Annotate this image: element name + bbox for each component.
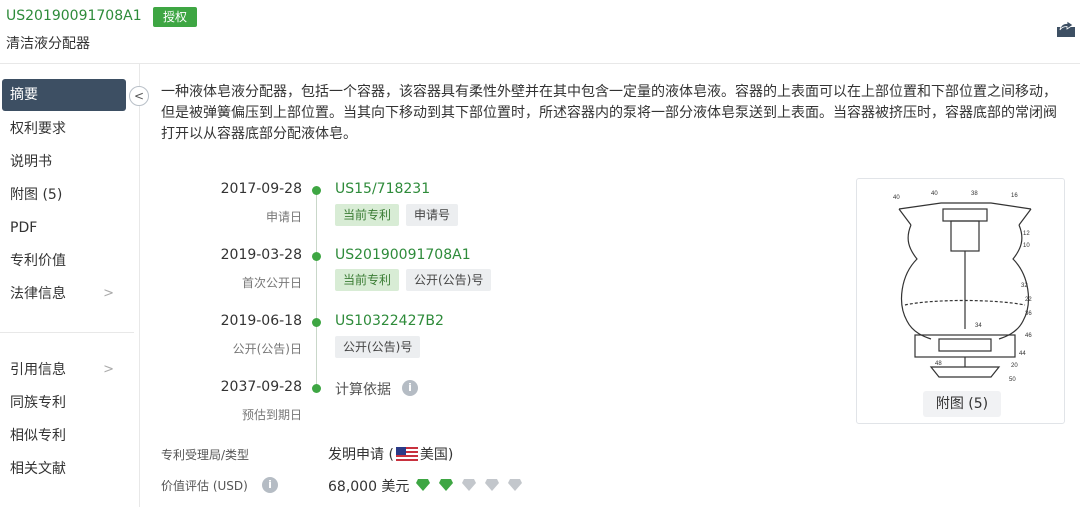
sidebar-item-figures[interactable]: 附图 (5) <box>2 179 126 211</box>
timeline-date: 2037-09-28 <box>220 379 302 395</box>
timeline-dot <box>312 252 321 261</box>
timeline-dot <box>312 318 321 327</box>
current-patent-tag: 当前专利 <box>335 204 400 226</box>
header: US20190091708A1 授权 清洁液分配器 <box>0 0 1080 64</box>
chevron-right-icon: > <box>103 286 114 301</box>
svg-text:46: 46 <box>1025 333 1032 339</box>
svg-text:20: 20 <box>1011 363 1018 369</box>
gem-icon <box>416 479 430 491</box>
svg-text:10: 10 <box>1023 243 1030 249</box>
sidebar-item-abstract[interactable]: 摘要 <box>2 79 126 111</box>
sidebar-item-legal-info[interactable]: 法律信息 > <box>2 278 126 310</box>
sidebar-item-description[interactable]: 说明书 <box>2 146 126 178</box>
sidebar-item-patent-value[interactable]: 专利价值 <box>2 245 126 277</box>
sidebar: 摘要 权利要求 说明书 附图 (5) PDF 专利价值 法律信息 > 引用信息 > … <box>0 64 140 507</box>
timeline-label: 公开(公告)日 <box>232 342 302 356</box>
timeline-date: 2017-09-28 <box>220 181 302 197</box>
timeline-label: 首次公开日 <box>241 276 302 290</box>
page-title: 清洁液分配器 <box>6 36 90 52</box>
office-type-label: 专利受理局/类型 <box>161 448 250 462</box>
gem-icon <box>485 479 499 491</box>
share-icon[interactable] <box>1056 20 1076 38</box>
info-icon[interactable]: i <box>402 380 418 396</box>
office-type-value: 发明申请 ( 美国) <box>328 447 454 463</box>
publication-number-tag: 公开(公告)号 <box>335 336 421 358</box>
sidebar-item-claims[interactable]: 权利要求 <box>2 113 126 145</box>
calculation-basis: 计算依据 <box>335 382 391 398</box>
svg-text:16: 16 <box>1011 193 1018 199</box>
status-badge: 授权 <box>153 7 197 27</box>
figures-button[interactable]: 附图 (5) <box>923 391 1001 417</box>
publication-number[interactable]: US20190091708A1 <box>6 8 142 24</box>
sidebar-item-pdf[interactable]: PDF <box>2 212 126 244</box>
svg-text:12: 12 <box>1023 231 1030 237</box>
current-patent-tag: 当前专利 <box>335 269 400 291</box>
timeline-date: 2019-03-28 <box>220 247 302 263</box>
gem-icon <box>462 479 476 491</box>
svg-text:32: 32 <box>1021 283 1028 289</box>
patent-figure-image[interactable]: 40 40 38 16 12 10 32 22 36 34 46 44 20 48 50 <box>891 187 1036 387</box>
gem-icon <box>508 479 522 491</box>
value-amount: 68,000 美元 <box>328 479 410 495</box>
svg-text:50: 50 <box>1009 377 1016 383</box>
value-label: 价值评估 (USD) <box>161 479 248 493</box>
sidebar-divider <box>0 332 134 333</box>
sidebar-item-related-docs[interactable]: 相关文献 <box>2 453 126 485</box>
sidebar-item-citations[interactable]: 引用信息 > <box>2 354 126 386</box>
application-number-link[interactable]: US15/718231 <box>335 181 430 197</box>
application-number-tag: 申请号 <box>406 204 459 226</box>
timeline-line <box>316 190 317 390</box>
chevron-right-icon: > <box>103 362 114 377</box>
sidebar-item-family[interactable]: 同族专利 <box>2 387 126 419</box>
timeline-date: 2019-06-18 <box>220 313 302 329</box>
timeline-label: 申请日 <box>265 210 302 224</box>
svg-text:48: 48 <box>935 361 942 367</box>
abstract-text: 一种液体皂液分配器，包括一个容器，该容器具有柔性外壁并在其中包含一定量的液体皂液… <box>161 84 1057 142</box>
timeline-dot <box>312 384 321 393</box>
figure-card[interactable]: 40 40 38 16 12 10 32 22 36 34 46 44 20 48 50 附图 (5) <box>856 178 1065 424</box>
collapse-left-icon[interactable]: < <box>129 86 149 106</box>
us-flag-icon <box>395 447 418 461</box>
svg-text:44: 44 <box>1019 351 1026 357</box>
svg-text:38: 38 <box>971 191 978 197</box>
gem-icon <box>439 479 453 491</box>
svg-text:36: 36 <box>1025 311 1032 317</box>
svg-text:40: 40 <box>931 191 938 197</box>
publication-number-tag: 公开(公告)号 <box>406 269 492 291</box>
svg-text:22: 22 <box>1025 297 1032 303</box>
timeline-label: 预估到期日 <box>241 408 302 422</box>
sidebar-item-similar[interactable]: 相似专利 <box>2 420 126 452</box>
first-publication-number-link[interactable]: US20190091708A1 <box>335 247 471 263</box>
grant-number-link[interactable]: US10322427B2 <box>335 313 444 329</box>
svg-text:40: 40 <box>893 195 900 201</box>
info-icon[interactable]: i <box>262 477 278 493</box>
svg-text:34: 34 <box>975 323 982 329</box>
timeline-dot <box>312 186 321 195</box>
